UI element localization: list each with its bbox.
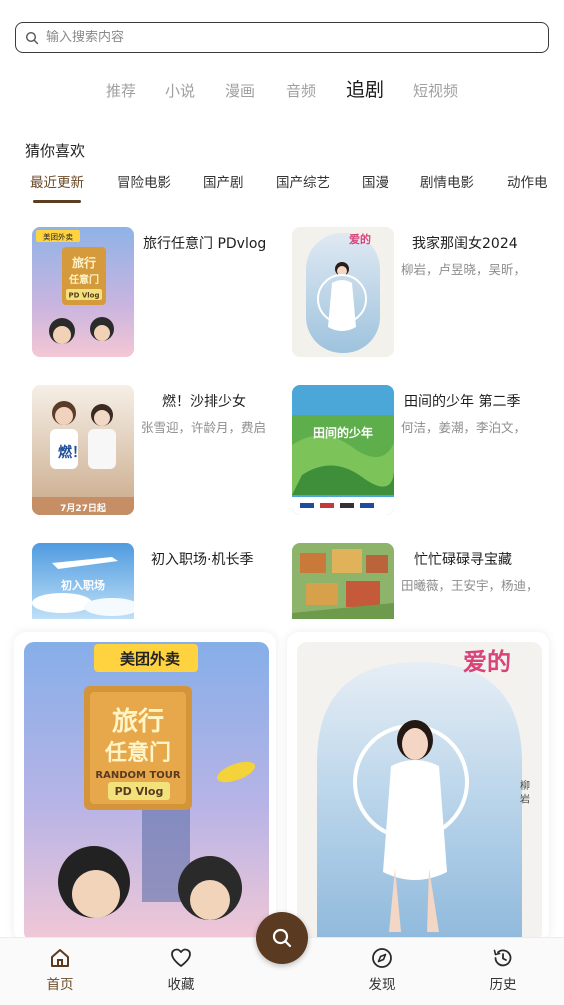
nav-discover-label: 发现 xyxy=(368,977,396,993)
home-icon xyxy=(48,946,72,970)
poster-brand: 美团外卖 xyxy=(120,650,180,668)
video-title: 忙忙碌碌寻宝藏 xyxy=(414,552,512,568)
category-adventure-movie[interactable]: 冒险电影 xyxy=(117,172,171,194)
tab-novel[interactable]: 小说 xyxy=(165,76,195,106)
video-title: 初入职场·机长季 xyxy=(151,552,254,568)
poster-caption: 7月27日起 xyxy=(60,502,107,514)
video-title: 我家那闺女2024 xyxy=(412,236,518,252)
poster-title-line2: 任意门 xyxy=(68,273,99,286)
section-title: 猜你喜欢 xyxy=(25,142,86,160)
video-title: 田间的少年 第二季 xyxy=(404,394,521,410)
video-poster: 美团外卖 旅行 任意门 PD Vlog xyxy=(32,227,134,357)
history-icon xyxy=(491,946,515,970)
tab-recommend[interactable]: 推荐 xyxy=(106,76,136,106)
search-input[interactable] xyxy=(46,30,506,45)
video-card[interactable]: 美团外卖 旅行 任意门 PD Vlog 旅行任意门 PDvlog xyxy=(32,227,292,357)
video-poster: 田间的少年 xyxy=(292,385,394,515)
search-icon xyxy=(25,31,39,45)
feed-card[interactable]: 美团外卖 旅行 任意门 RANDOM TOUR PD Vlog xyxy=(14,632,276,942)
poster-title-line1: 旅行 xyxy=(72,255,96,270)
nav-history[interactable]: 历史 xyxy=(473,946,533,993)
video-cast: 田曦薇，王安宇，杨迪， xyxy=(401,578,539,593)
video-title: 燃！沙排少女 xyxy=(162,394,246,410)
poster-title: 燃！ xyxy=(58,444,86,461)
video-poster: 爱的 xyxy=(292,227,394,357)
poster-title-line3: PD Vlog xyxy=(115,785,164,798)
category-domestic-variety[interactable]: 国产综艺 xyxy=(276,172,330,194)
tab-drama[interactable]: 追剧 xyxy=(346,75,384,105)
content-type-tabs: 推荐 小说 漫画 音频 追剧 短视频 xyxy=(0,76,564,106)
search-bar[interactable] xyxy=(15,22,549,53)
feed-card[interactable]: 爱的 柳 岩 xyxy=(287,632,549,942)
video-title: 旅行任意门 PDvlog xyxy=(143,236,267,252)
category-tabs: 最近更新 冒险电影 国产剧 国产综艺 国漫 剧情电影 动作电 xyxy=(0,172,564,206)
video-cast: 何洁，姜潮，李泊文， xyxy=(401,420,527,435)
floating-search-button[interactable] xyxy=(256,912,308,964)
poster-subtitle: RANDOM TOUR xyxy=(95,770,180,781)
category-domestic-anime[interactable]: 国漫 xyxy=(362,172,389,194)
category-latest[interactable]: 最近更新 xyxy=(30,172,84,194)
nav-favorites-label: 收藏 xyxy=(167,977,195,993)
category-active-indicator xyxy=(33,200,81,203)
nav-history-label: 历史 xyxy=(489,977,517,993)
video-cast: 张雪迎，许龄月，费启 xyxy=(141,420,267,435)
poster-title: 爱的 xyxy=(349,232,371,246)
feed-grid: 美团外卖 旅行 任意门 RANDOM TOUR PD Vlog 爱的 柳 岩 xyxy=(14,632,550,942)
tab-comic[interactable]: 漫画 xyxy=(225,76,255,106)
search-icon xyxy=(271,927,293,949)
video-card[interactable]: 初入职场 初入职场·机长季 xyxy=(32,543,292,619)
video-card[interactable]: 爱的 我家那闺女2024 柳岩，卢昱晓，吴昕， xyxy=(292,227,552,357)
feed-poster: 爱的 柳 岩 xyxy=(297,642,542,942)
video-card[interactable]: 田间的少年 田间的少年 第二季 何洁，姜潮，李泊文， xyxy=(292,385,552,515)
category-drama-movie[interactable]: 剧情电影 xyxy=(420,172,474,194)
video-card[interactable]: 忙忙碌碌寻宝藏 田曦薇，王安宇，杨迪， xyxy=(292,543,552,619)
poster-title-line3: PD Vlog xyxy=(68,292,99,300)
video-cast: 柳岩，卢昱晓，吴昕， xyxy=(401,262,527,277)
poster-title-line1: 旅行 xyxy=(112,706,164,737)
poster-title: 田间的少年 xyxy=(313,425,373,440)
tab-short-video[interactable]: 短视频 xyxy=(413,76,458,106)
video-card[interactable]: 燃！ 7月27日起 燃！沙排少女 张雪迎，许龄月，费启 xyxy=(32,385,292,515)
poster-name: 柳 岩 xyxy=(518,779,530,804)
category-domestic-drama[interactable]: 国产剧 xyxy=(203,172,244,194)
video-poster: 燃！ 7月27日起 xyxy=(32,385,134,515)
video-poster xyxy=(292,543,394,619)
poster-title: 初入职场 xyxy=(61,578,105,592)
poster-title: 爱的 xyxy=(463,648,511,676)
nav-home-label: 首页 xyxy=(46,977,74,993)
compass-icon xyxy=(370,946,394,970)
category-action-movie[interactable]: 动作电 xyxy=(507,172,548,194)
tab-audio[interactable]: 音频 xyxy=(286,76,316,106)
nav-home[interactable]: 首页 xyxy=(30,946,90,993)
video-poster: 初入职场 xyxy=(32,543,134,619)
nav-favorites[interactable]: 收藏 xyxy=(151,946,211,993)
nav-discover[interactable]: 发现 xyxy=(352,946,412,993)
poster-title-line2: 任意门 xyxy=(104,740,171,766)
heart-icon xyxy=(169,946,193,970)
feed-poster: 美团外卖 旅行 任意门 RANDOM TOUR PD Vlog xyxy=(24,642,269,942)
poster-brand: 美团外卖 xyxy=(43,232,73,242)
